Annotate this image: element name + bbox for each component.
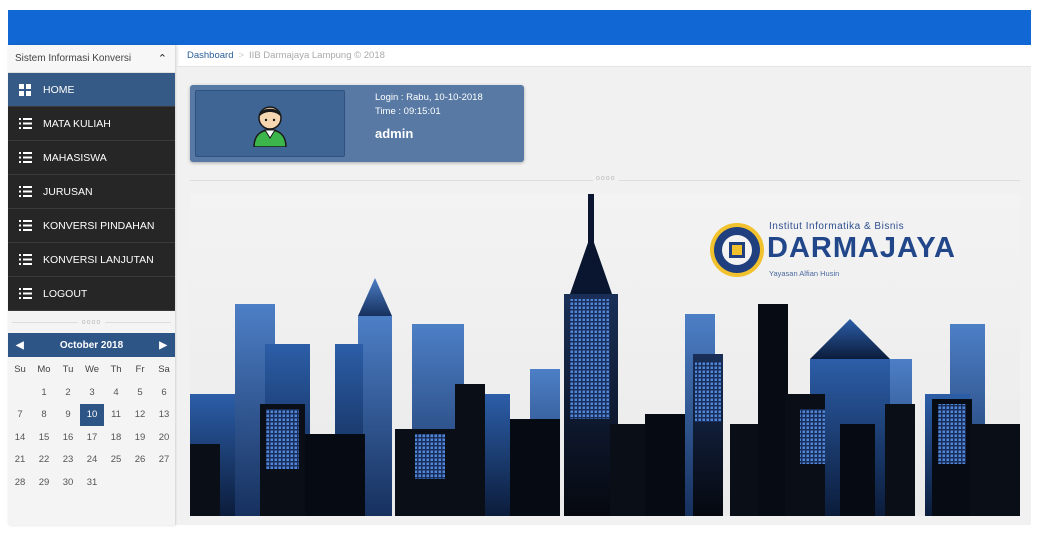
calendar-day[interactable]: 5: [128, 381, 152, 404]
sidebar-item-konversi-lanjutan[interactable]: KONVERSI LANJUTAN: [8, 243, 175, 277]
main-content: Login : Rabu, 10-10-2018 Time : 09:15:01…: [177, 67, 1031, 525]
calendar-day[interactable]: 23: [56, 449, 80, 472]
logo-brand: DARMAJAYA: [767, 232, 956, 264]
calendar-weekday: Sa: [158, 363, 170, 375]
calendar-day[interactable]: 7: [8, 404, 32, 427]
sidebar-item-home[interactable]: HOME: [8, 73, 175, 107]
calendar-day[interactable]: 24: [80, 449, 104, 472]
sidebar: Sistem Informasi Konversi ⌃ HOME MATA KU…: [8, 45, 176, 525]
user-name: admin: [375, 126, 414, 141]
sidebar-item-label: JURUSAN: [43, 185, 93, 198]
sidebar-menu: HOME MATA KULIAH MAHASISWA JURUSAN KONVE…: [8, 73, 175, 311]
sidebar-title: Sistem Informasi Konversi: [15, 53, 132, 64]
calendar-day[interactable]: 18: [104, 426, 128, 449]
calendar-day[interactable]: 19: [128, 426, 152, 449]
breadcrumb-separator: >: [238, 50, 245, 61]
sidebar-item-mahasiswa[interactable]: MAHASISWA: [8, 141, 175, 175]
calendar-weekday: Th: [110, 363, 122, 375]
user-info: Login : Rabu, 10-10-2018 Time : 09:15:01…: [375, 91, 483, 141]
calendar-day[interactable]: 2: [56, 381, 80, 404]
sidebar-item-mata-kuliah[interactable]: MATA KULIAH: [8, 107, 175, 141]
calendar-day[interactable]: 6: [152, 381, 176, 404]
list-icon: [17, 186, 33, 198]
calendar-day[interactable]: 20: [152, 426, 176, 449]
calendar-day[interactable]: 10: [80, 403, 104, 426]
calendar-widget: ◀ October 2018 ▶ Su Mo Tu We Th Fr Sa 1 2 3 4 5 6 7 8 9…: [8, 333, 175, 494]
breadcrumb-dashboard-link[interactable]: Dashboard: [187, 50, 233, 61]
next-month-icon[interactable]: ▶: [159, 340, 167, 351]
sidebar-item-label: MAHASISWA: [43, 151, 107, 164]
prev-month-icon[interactable]: ◀: [16, 340, 24, 351]
logo-subtitle: Yayasan Alfian Husin: [769, 269, 840, 278]
user-avatar-icon: [253, 105, 287, 147]
calendar-header: ◀ October 2018 ▶: [8, 333, 175, 357]
login-time: Time : 09:15:01: [375, 106, 441, 117]
calendar-weekday: Mo: [37, 363, 51, 375]
sidebar-item-konversi-pindahan[interactable]: KONVERSI PINDAHAN: [8, 209, 175, 243]
sidebar-item-label: HOME: [43, 83, 75, 96]
sidebar-header[interactable]: Sistem Informasi Konversi ⌃: [8, 45, 175, 73]
calendar-day[interactable]: 29: [32, 471, 56, 494]
calendar-day[interactable]: 1: [32, 381, 56, 404]
sidebar-item-label: KONVERSI PINDAHAN: [43, 219, 155, 232]
list-icon: [17, 254, 33, 266]
top-navbar: [8, 10, 1031, 45]
calendar-weekday: Fr: [135, 363, 145, 375]
user-info-card: Login : Rabu, 10-10-2018 Time : 09:15:01…: [190, 85, 524, 162]
calendar-day[interactable]: 30: [56, 471, 80, 494]
calendar-day[interactable]: 3: [80, 381, 104, 404]
sidebar-item-label: KONVERSI LANJUTAN: [43, 253, 154, 266]
calendar-day[interactable]: 16: [56, 426, 80, 449]
list-icon: [17, 288, 33, 300]
calendar-day[interactable]: 13: [152, 404, 176, 427]
calendar-day[interactable]: 27: [152, 449, 176, 472]
logo-title: Institut Informatika & Bisnis: [769, 221, 905, 232]
chevron-up-icon[interactable]: ⌃: [158, 52, 167, 65]
calendar-day[interactable]: 14: [8, 426, 32, 449]
calendar-day[interactable]: 15: [32, 426, 56, 449]
avatar: [195, 90, 345, 157]
calendar-day[interactable]: 21: [8, 449, 32, 472]
calendar-weekday: Tu: [62, 363, 74, 375]
list-icon: [17, 220, 33, 232]
calendar-weekday: We: [84, 363, 100, 375]
sidebar-item-logout[interactable]: LOGOUT: [8, 277, 175, 311]
calendar-empty-cell: [8, 381, 32, 404]
calendar-grid: Su Mo Tu We Th Fr Sa 1 2 3 4 5 6 7 8 9 10 11 12 13 14 15 16 17 1…: [8, 357, 175, 494]
sidebar-item-label: MATA KULIAH: [43, 117, 111, 130]
sidebar-item-label: LOGOUT: [43, 287, 88, 300]
breadcrumb-current: IIB Darmajaya Lampung © 2018: [249, 50, 385, 61]
dashboard-icon: [17, 83, 33, 96]
calendar-day[interactable]: 11: [104, 404, 128, 427]
calendar-day[interactable]: 4: [104, 381, 128, 404]
darmajaya-logo: Institut Informatika & Bisnis DARMAJAYA …: [709, 218, 959, 288]
sidebar-divider: oooo: [8, 311, 175, 333]
calendar-day[interactable]: 8: [32, 404, 56, 427]
calendar-day[interactable]: 28: [8, 471, 32, 494]
calendar-day[interactable]: 9: [56, 404, 80, 427]
calendar-day[interactable]: 17: [80, 426, 104, 449]
calendar-day[interactable]: 12: [128, 404, 152, 427]
calendar-day[interactable]: 31: [80, 471, 104, 494]
sidebar-item-jurusan[interactable]: JURUSAN: [8, 175, 175, 209]
calendar-day[interactable]: 22: [32, 449, 56, 472]
list-icon: [17, 118, 33, 130]
content-divider-dots: oooo: [593, 175, 619, 182]
calendar-day[interactable]: 25: [104, 449, 128, 472]
list-icon: [17, 152, 33, 164]
breadcrumb: Dashboard > IIB Darmajaya Lampung © 2018: [177, 45, 1031, 67]
login-date: Login : Rabu, 10-10-2018: [375, 92, 483, 103]
calendar-day[interactable]: 26: [128, 449, 152, 472]
institution-seal-icon: [710, 223, 764, 277]
calendar-weekday: Su: [14, 363, 26, 375]
calendar-month: October 2018: [59, 339, 124, 351]
